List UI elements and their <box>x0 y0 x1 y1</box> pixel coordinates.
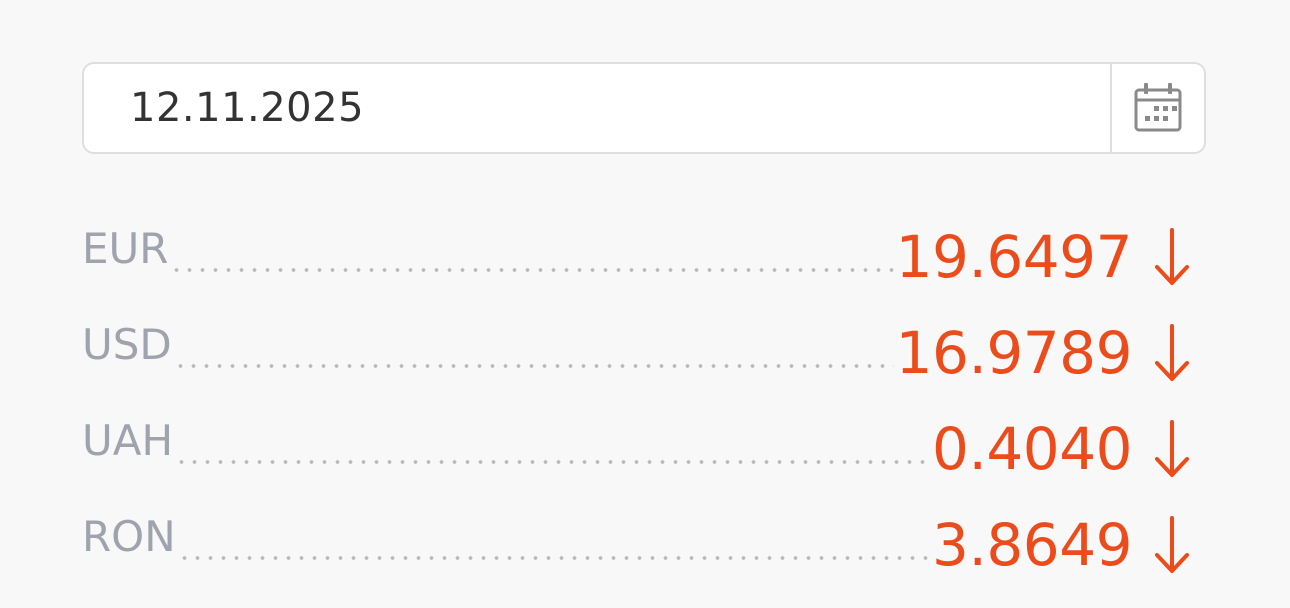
currency-code: USD <box>82 320 172 369</box>
arrow-down-icon <box>1148 414 1196 478</box>
calendar-button[interactable] <box>1110 64 1204 152</box>
dotted-leader <box>175 460 931 464</box>
calendar-icon <box>1134 83 1182 132</box>
arrow-down-icon <box>1148 510 1196 574</box>
rate-value: 16.9789 <box>895 319 1133 387</box>
dotted-leader <box>170 268 894 272</box>
dotted-leader <box>173 364 894 368</box>
currency-code: RON <box>82 512 176 561</box>
rate-row-eur: EUR 19.6497 <box>82 196 1196 292</box>
rate-row-usd: USD 16.9789 <box>82 292 1196 388</box>
rate-value: 3.8649 <box>932 511 1132 579</box>
rate-row-ron: RON 3.8649 <box>82 484 1196 580</box>
exchange-rates-list: EUR 19.6497 USD 16.9789 UAH 0.4040 RON 3… <box>82 196 1196 580</box>
date-input[interactable] <box>84 64 1110 152</box>
arrow-down-icon <box>1148 222 1196 286</box>
currency-code: UAH <box>82 416 174 465</box>
date-picker[interactable] <box>82 62 1206 154</box>
rate-value: 19.6497 <box>895 223 1133 291</box>
arrow-down-icon <box>1148 318 1196 382</box>
rate-row-uah: UAH 0.4040 <box>82 388 1196 484</box>
dotted-leader <box>177 556 931 560</box>
currency-code: EUR <box>82 224 169 273</box>
rate-value: 0.4040 <box>932 415 1132 483</box>
